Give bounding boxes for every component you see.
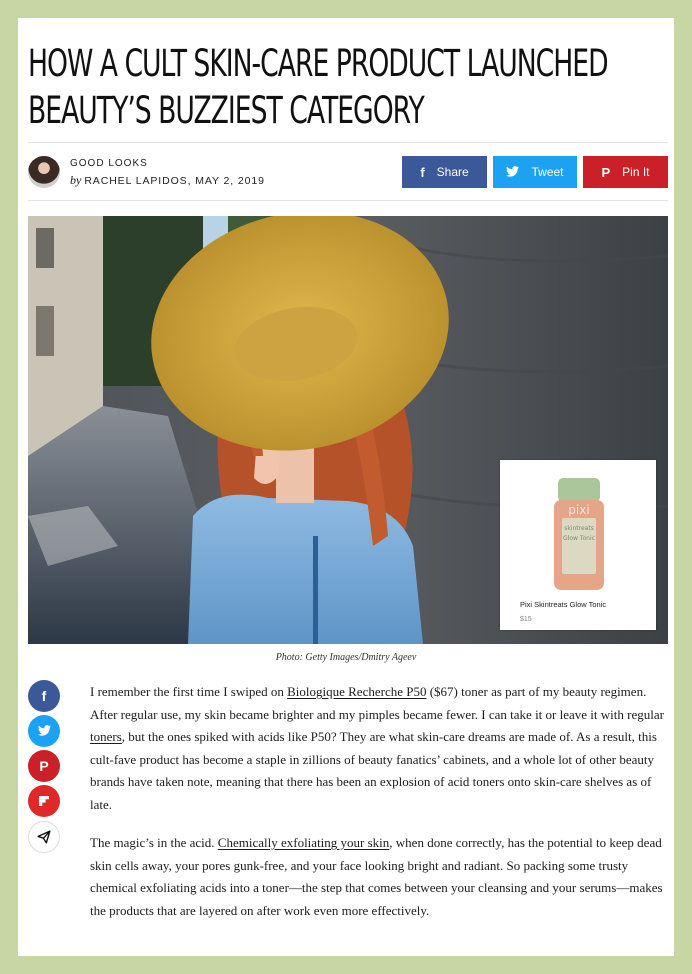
pinterest-share-label: Pin It (622, 165, 650, 179)
twitter-side-button[interactable] (28, 715, 60, 747)
product-card[interactable]: pixi skintreats Glow Tonic Pixi Skintrea… (500, 460, 656, 630)
pinterest-side-button[interactable]: P (28, 750, 60, 782)
facebook-side-button[interactable]: f (28, 680, 60, 712)
byline: by RACHEL LAPIDOS, MAY 2, 2019 (70, 173, 265, 188)
section-link[interactable]: GOOD LOOKS (70, 158, 148, 169)
pinterest-icon: P (601, 164, 611, 180)
author-date[interactable]: RACHEL LAPIDOS, MAY 2, 2019 (84, 175, 265, 187)
paragraph-1: I remember the first time I swiped on Bi… (90, 681, 670, 817)
product-variant: Glow Tonic (563, 535, 595, 542)
product-line: skintreats (564, 525, 594, 532)
paragraph-2: The magic’s in the acid. Chemically exfo… (90, 832, 670, 922)
photo-caption: Photo: Getty Images/Dmitry Ageev (275, 652, 417, 663)
facebook-icon: f (41, 688, 47, 704)
article-card: How a Cult Skin-Care Product Launched Be… (18, 18, 674, 956)
twitter-share-button[interactable]: Tweet (493, 156, 577, 188)
paragraph-text: The magic’s in the acid. (90, 835, 218, 850)
author-row: GOOD LOOKS by RACHEL LAPIDOS, MAY 2, 2019… (28, 154, 668, 190)
facebook-icon: f (420, 164, 425, 180)
flipboard-side-button[interactable] (28, 785, 60, 817)
avatar[interactable] (28, 156, 60, 188)
divider (28, 142, 668, 143)
article-title: How a Cult Skin-Care Product Launched Be… (28, 42, 609, 132)
paragraph-text: I remember the first time I swiped on (90, 684, 288, 699)
twitter-icon (37, 723, 51, 739)
flipboard-icon (39, 796, 49, 806)
byline-prefix: by (70, 173, 82, 187)
product-price: $15 (520, 616, 532, 623)
product-name[interactable]: Pixi Skintreats Glow Tonic (520, 600, 606, 609)
pinterest-share-button[interactable]: P Pin It (583, 156, 668, 188)
paragraph-text: , but the ones spiked with acids like P5… (90, 729, 657, 812)
send-icon (37, 830, 51, 844)
toners-link[interactable]: toners (90, 729, 122, 744)
product-image: pixi skintreats Glow Tonic (554, 478, 604, 590)
facebook-share-label: Share (436, 165, 469, 179)
twitter-icon (506, 165, 520, 180)
twitter-share-label: Tweet (531, 165, 564, 179)
divider (28, 200, 668, 201)
send-side-button[interactable] (28, 821, 60, 853)
facebook-share-button[interactable]: f Share (402, 156, 487, 188)
biologique-recherche-link[interactable]: Biologique Recherche P50 (287, 684, 426, 699)
pinterest-icon: P (39, 758, 49, 774)
chemical-exfoliation-link[interactable]: Chemically exfoliating your skin (218, 835, 390, 850)
product-brand: pixi (568, 503, 589, 517)
